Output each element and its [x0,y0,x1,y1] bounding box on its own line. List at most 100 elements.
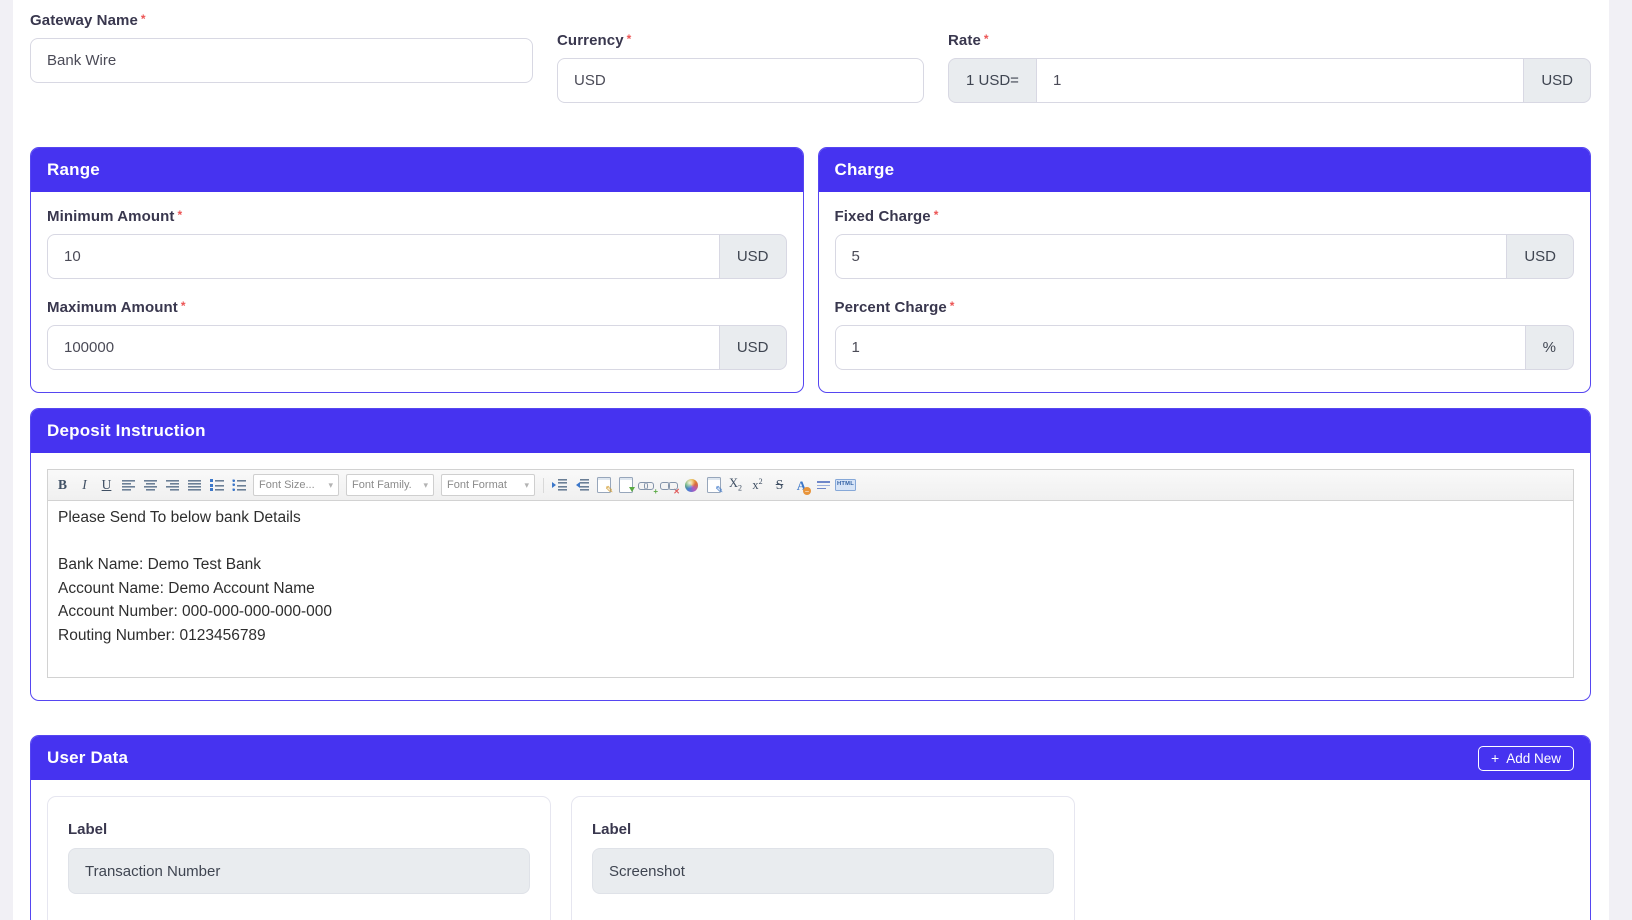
maximum-amount-group: USD [47,325,787,370]
fixed-charge-input[interactable] [835,234,1508,279]
font-size-select-label: Font Size... [259,479,315,491]
required-asterisk: * [950,299,955,313]
edit-document-glyph: ✎ [707,477,721,493]
maximum-amount-label-text: Maximum Amount [47,299,178,316]
ordered-list-icon[interactable] [207,476,226,495]
horizontal-rule-glyph [817,480,830,491]
html-badge-glyph: HTML [835,479,857,491]
rate-field: Rate* 1 USD= USD [948,32,1591,103]
plus-glyph: + [653,488,658,496]
color-picker-icon[interactable] [682,476,701,495]
percent-charge-suffix-addon: % [1525,325,1574,370]
fixed-charge-field: Fixed Charge* USD [835,208,1575,279]
maximum-amount-input[interactable] [47,325,720,370]
gateway-name-field: Gateway Name* [30,12,533,103]
outdent-glyph [574,479,589,491]
maximum-amount-label: Maximum Amount* [47,299,787,316]
font-family-select[interactable]: Font Family.▾ [346,474,434,496]
minimum-amount-group: USD [47,234,787,279]
strikethrough-icon[interactable]: S [770,476,789,495]
deposit-instruction-panel: Deposit Instruction B I U Font Size...▾ … [30,408,1591,701]
indent-icon[interactable] [550,476,569,495]
unordered-list-icon[interactable] [229,476,248,495]
currency-input[interactable] [557,58,924,103]
subscript-icon[interactable]: X2 [726,476,745,495]
italic-icon[interactable]: I [75,476,94,495]
subscript-base: X [729,476,738,490]
ordered-list-glyph [210,479,224,491]
gateway-name-label-text: Gateway Name [30,12,138,29]
top-fields-row: Gateway Name* Currency* Rate* 1 USD= USD [30,12,1591,103]
rate-input[interactable] [1036,58,1524,103]
required-asterisk: * [141,12,146,26]
horizontal-rule-icon[interactable] [814,476,833,495]
subscript-glyph: X2 [729,477,742,493]
gateway-name-input[interactable] [30,38,533,83]
percent-charge-label-text: Percent Charge [835,299,947,316]
label-value-input[interactable] [68,848,530,894]
html-source-icon[interactable]: HTML [836,476,855,495]
label-caption: Label [592,821,1054,838]
paste-glyph [619,477,633,493]
add-new-button[interactable]: + Add New [1478,746,1574,771]
percent-charge-label: Percent Charge* [835,299,1575,316]
align-center-icon[interactable] [141,476,160,495]
maximum-amount-field: Maximum Amount* USD [47,299,787,370]
toolbar-separator [543,478,544,493]
bold-icon[interactable]: B [53,476,72,495]
paste-word-icon[interactable]: ✎ [594,476,613,495]
fixed-charge-label: Fixed Charge* [835,208,1575,225]
rate-suffix-addon: USD [1523,58,1591,103]
range-panel-title: Range [47,160,100,180]
percent-charge-input[interactable] [835,325,1526,370]
rate-input-group: 1 USD= USD [948,58,1591,103]
currency-label: Currency* [557,32,924,49]
range-panel: Range Minimum Amount* USD Maximum Amount… [30,147,804,393]
align-right-icon[interactable] [163,476,182,495]
rich-text-editor: B I U Font Size...▾ Font Family.▾ Font F… [47,469,1574,678]
pencil-glyph: ✎ [715,486,723,496]
editor-line: Account Name: Demo Account Name [58,577,1563,601]
rate-label: Rate* [948,32,1591,49]
font-format-select[interactable]: Font Format▾ [441,474,535,496]
align-right-glyph [166,480,179,491]
underline-icon[interactable]: U [97,476,116,495]
paste-icon[interactable] [616,476,635,495]
align-left-icon[interactable] [119,476,138,495]
remove-format-icon[interactable]: A– [792,476,811,495]
editor-content[interactable]: Please Send To below bank Details Bank N… [48,501,1573,677]
pencil-glyph: ✎ [605,486,613,496]
broken-chain-glyph: ✕ [660,476,679,495]
editor-line: Please Send To below bank Details [58,506,1563,530]
deposit-instruction-header: Deposit Instruction [31,409,1590,453]
underline-glyph: U [102,478,112,492]
charge-panel: Charge Fixed Charge* USD Percent Charge*… [818,147,1592,393]
charge-panel-title: Charge [835,160,895,180]
fixed-charge-suffix-addon: USD [1506,234,1574,279]
deposit-instruction-body: B I U Font Size...▾ Font Family.▾ Font F… [31,453,1590,700]
required-asterisk: * [181,299,186,313]
font-family-select-label: Font Family. [352,479,412,491]
edit-document-icon[interactable]: ✎ [704,476,723,495]
add-new-button-label: Add New [1506,751,1561,766]
outdent-icon[interactable] [572,476,591,495]
orange-badge-glyph: – [803,487,811,495]
currency-field: Currency* [557,32,924,103]
font-size-select[interactable]: Font Size...▾ [253,474,339,496]
remove-link-icon[interactable]: ✕ [660,476,679,495]
paste-word-glyph: ✎ [597,477,611,493]
currency-label-text: Currency [557,32,624,49]
minimum-amount-input[interactable] [47,234,720,279]
range-panel-header: Range [31,148,803,192]
insert-link-icon[interactable]: + [638,476,657,495]
align-left-glyph [122,480,135,491]
minimum-amount-suffix-addon: USD [719,234,787,279]
superscript-glyph: x2 [752,478,762,492]
range-charge-row: Range Minimum Amount* USD Maximum Amount… [30,147,1591,393]
align-justify-icon[interactable] [185,476,204,495]
maximum-amount-suffix-addon: USD [719,325,787,370]
label-value-input[interactable] [592,848,1054,894]
required-asterisk: * [934,208,939,222]
editor-line: Bank Name: Demo Test Bank [58,553,1563,577]
superscript-icon[interactable]: x2 [748,476,767,495]
